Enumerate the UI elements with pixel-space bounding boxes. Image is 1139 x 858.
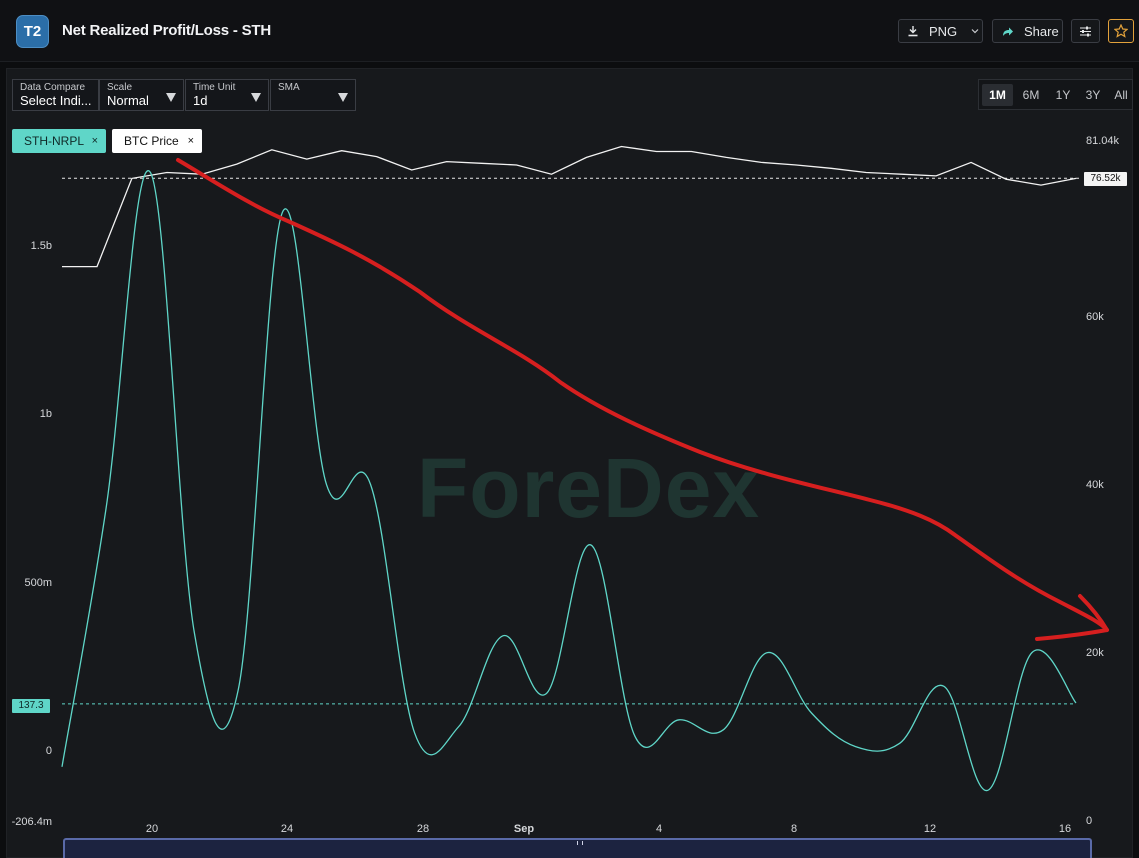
annotation-trend-arrow xyxy=(176,158,1109,632)
btc-price-last-value-badge: 76.52k xyxy=(1084,172,1127,186)
chart-plot[interactable] xyxy=(0,0,1139,858)
annotation-arrow-head xyxy=(1035,594,1109,641)
sth-nrpl-line xyxy=(61,170,1077,791)
time-navigator[interactable] xyxy=(63,838,1092,858)
navigator-grip-icon[interactable] xyxy=(577,841,583,845)
btc-price-line xyxy=(62,145,1077,268)
sth-nrpl-last-value-badge: 137.3 xyxy=(12,699,50,713)
